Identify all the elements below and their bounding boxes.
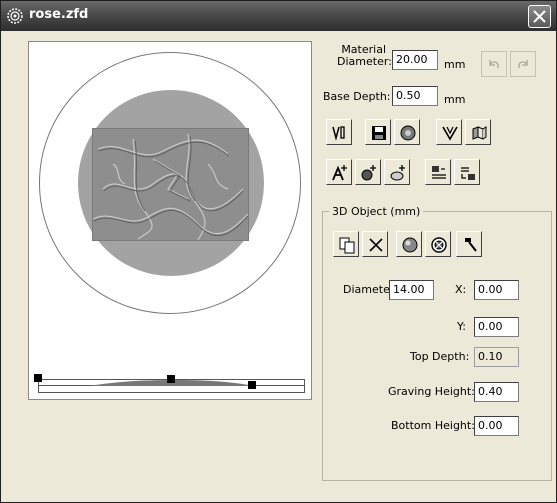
disc-button[interactable] [394, 119, 420, 145]
delete-icon [369, 238, 383, 252]
graving-height-label: Graving Height: [388, 385, 475, 398]
window-title: rose.zfd [29, 7, 89, 22]
close-button[interactable] [528, 5, 551, 28]
top-depth-field: 0.10 [474, 347, 519, 367]
save-icon [372, 126, 386, 140]
text-to-image-icon [432, 166, 446, 179]
disc-icon [400, 125, 416, 141]
save-button[interactable] [365, 119, 391, 145]
gear-icon [7, 8, 23, 24]
sphere-icon [402, 237, 418, 253]
add-text-button[interactable] [326, 159, 352, 185]
profile-handle-middle[interactable] [167, 375, 175, 383]
x-label: X: [455, 283, 467, 296]
material-diameter-field[interactable]: 20.00 [392, 50, 438, 70]
image-to-text-icon [461, 167, 475, 180]
close-icon [533, 10, 546, 23]
title-bar[interactable]: rose.zfd [1, 1, 556, 31]
import-vector-button[interactable] [326, 119, 352, 145]
base-depth-unit: mm [444, 93, 466, 106]
hammer-button[interactable] [456, 231, 482, 257]
object-group-title: 3D Object (mm) [329, 205, 424, 218]
app-window: rose.zfd Material Diameter: 20.00 mm Bas… [0, 0, 557, 503]
bottom-height-field[interactable]: 0.00 [474, 416, 519, 436]
copy-button[interactable] [333, 231, 359, 257]
relief-texture [93, 129, 248, 240]
add-text-icon [332, 165, 347, 181]
add-object-icon [361, 165, 376, 181]
top-depth-label: Top Depth: [410, 350, 470, 363]
base-depth-label: Base Depth: [323, 90, 391, 103]
material-diameter-unit: mm [444, 58, 466, 71]
redo-button[interactable] [510, 51, 536, 77]
delete-button[interactable] [362, 231, 388, 257]
diameter-field[interactable]: 14.00 [389, 280, 434, 300]
relief-image[interactable] [92, 128, 249, 241]
material-diameter-label: Material Diameter: [337, 43, 392, 68]
y-field[interactable]: 0.00 [474, 317, 519, 337]
copy-icon [339, 237, 355, 254]
target-icon [431, 237, 447, 253]
graving-height-field[interactable]: 0.40 [474, 382, 519, 402]
preview-canvas[interactable] [28, 41, 312, 400]
client-area: Material Diameter: 20.00 mm Base Depth: … [2, 31, 555, 501]
add-object-button[interactable] [355, 159, 381, 185]
v-carve-icon [442, 126, 458, 141]
x-field[interactable]: 0.00 [474, 280, 519, 300]
undo-icon [489, 60, 499, 68]
target-button[interactable] [425, 231, 451, 257]
base-depth-field[interactable]: 0.50 [392, 86, 438, 106]
y-label: Y: [457, 320, 466, 333]
profile-handle-left[interactable] [34, 374, 42, 382]
import-vector-icon [332, 126, 345, 141]
text-to-image-button[interactable] [425, 159, 451, 185]
undo-button[interactable] [481, 51, 507, 77]
add-shape-icon [390, 165, 405, 181]
image-to-text-button[interactable] [454, 159, 480, 185]
map-button[interactable] [465, 119, 491, 145]
hammer-icon [465, 238, 477, 252]
v-carve-button[interactable] [436, 119, 462, 145]
profile-handle-right[interactable] [248, 381, 256, 389]
redo-icon [518, 60, 528, 68]
bottom-height-label: Bottom Height: [391, 419, 475, 432]
sphere-button[interactable] [396, 231, 422, 257]
map-icon [472, 126, 487, 140]
add-shape-button[interactable] [384, 159, 410, 185]
